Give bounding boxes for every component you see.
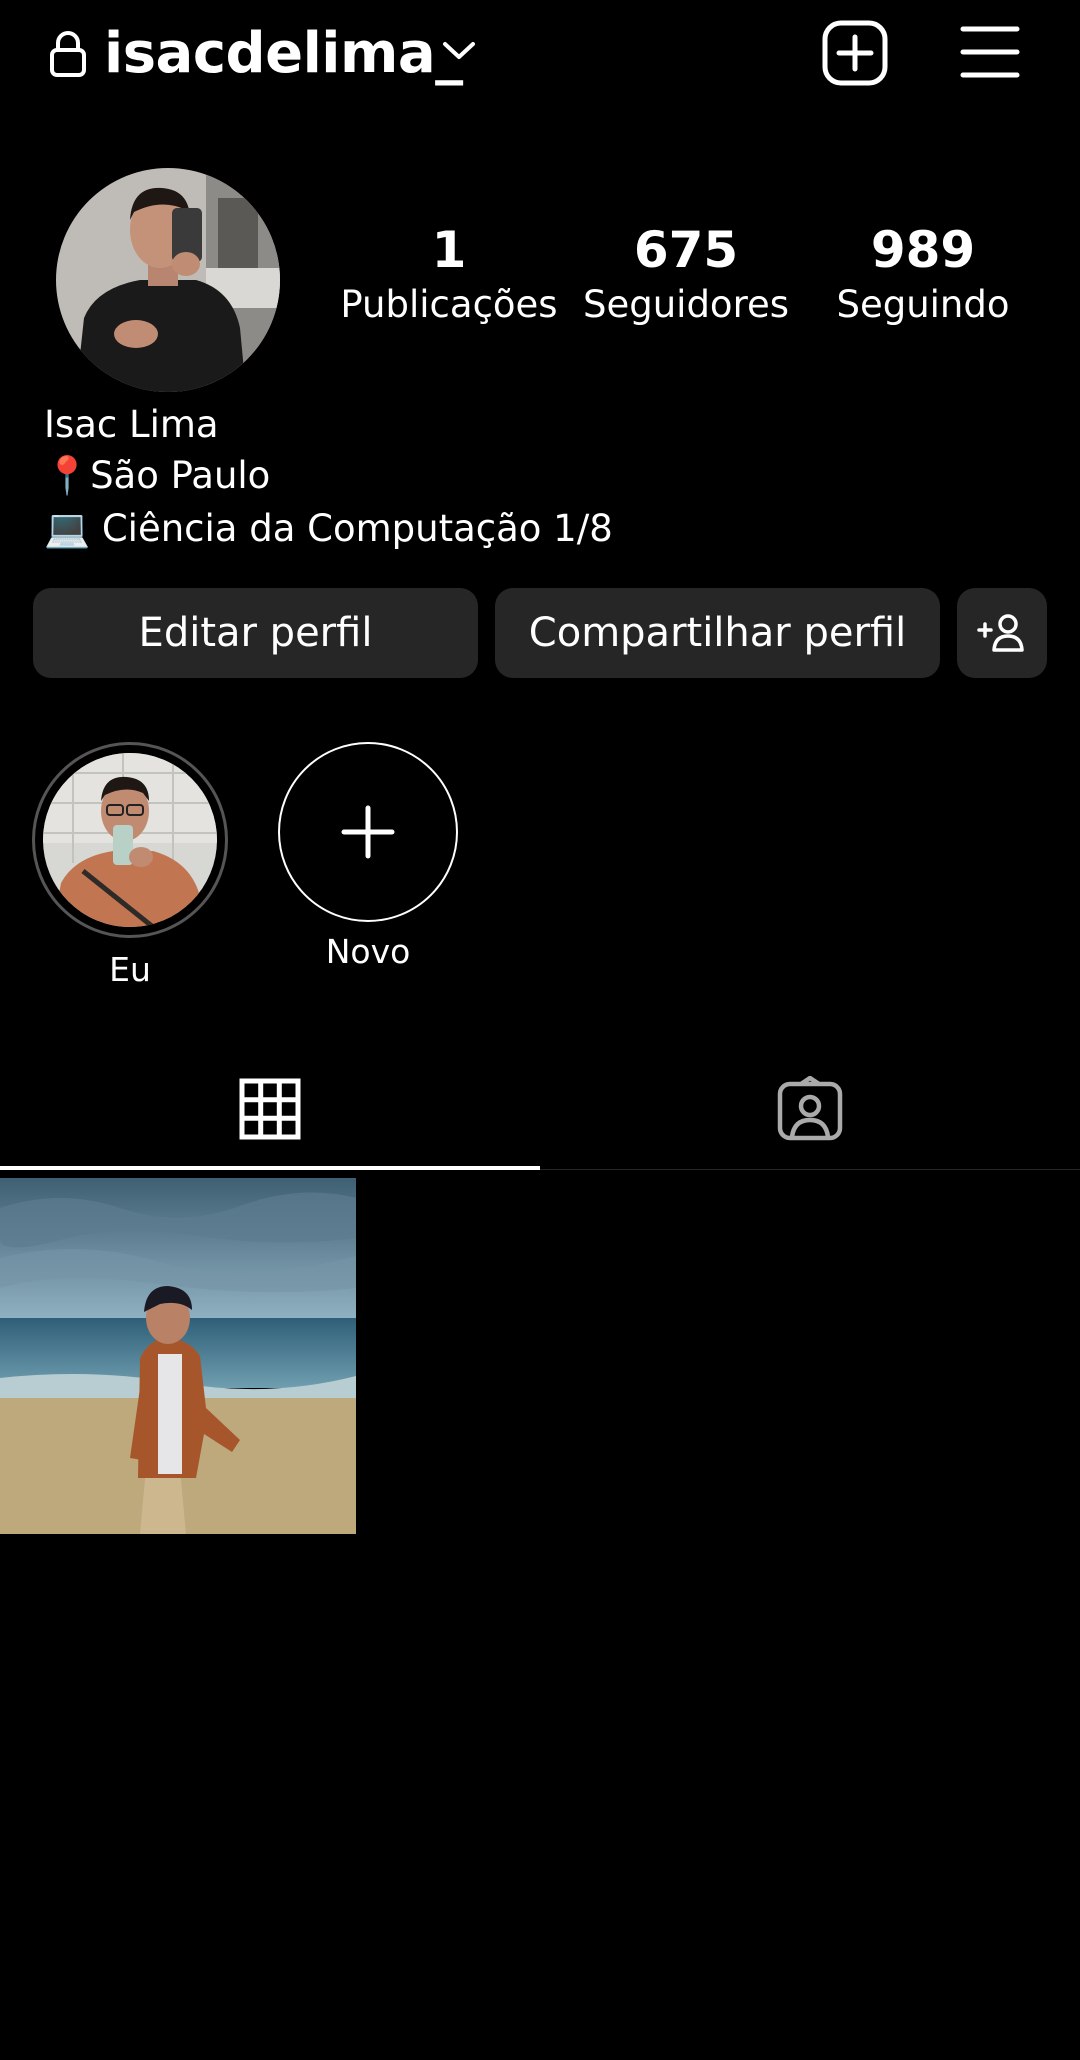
active-tab-indicator <box>0 1166 540 1170</box>
new-highlight-button[interactable] <box>278 742 458 922</box>
tagged-person-icon <box>777 1076 843 1141</box>
tab-posts-grid[interactable] <box>0 1050 540 1168</box>
stat-following[interactable]: 989 Seguindo <box>813 220 1033 330</box>
highlight-eu[interactable] <box>32 742 228 938</box>
hamburger-menu-icon[interactable] <box>960 24 1020 80</box>
tab-divider <box>540 1169 1080 1170</box>
grid-icon <box>239 1078 301 1140</box>
chevron-down-icon[interactable] <box>440 36 478 64</box>
new-highlight-label: Novo <box>325 932 411 971</box>
bio-course: 💻 Ciência da Computação 1/8 <box>44 507 613 550</box>
following-count: 989 <box>870 221 976 279</box>
posts-count: 1 <box>431 221 467 279</box>
add-person-icon <box>977 614 1024 652</box>
highlight-eu-label: Eu <box>109 950 151 989</box>
profile-name: Isac Lima <box>44 403 219 446</box>
profile-avatar[interactable] <box>56 168 280 392</box>
stat-followers[interactable]: 675 Seguidores <box>576 220 796 330</box>
highlight-eu-image <box>43 753 217 927</box>
stat-posts[interactable]: 1 Publicações <box>339 220 559 330</box>
discover-people-button[interactable] <box>957 588 1047 678</box>
lock-icon <box>50 31 86 77</box>
followers-label: Seguidores <box>582 283 790 326</box>
top-bar: isacdelima_ <box>0 0 1080 110</box>
profile-username[interactable]: isacdelima_ <box>104 14 463 94</box>
share-profile-button[interactable]: Compartilhar perfil <box>495 588 940 678</box>
edit-profile-button[interactable]: Editar perfil <box>33 588 478 678</box>
followers-count: 675 <box>633 221 739 279</box>
posts-label: Publicações <box>340 283 558 326</box>
post-thumbnail[interactable] <box>0 1178 356 1534</box>
plus-icon <box>341 805 395 859</box>
following-label: Seguindo <box>836 283 1010 326</box>
bio-location: 📍São Paulo <box>44 454 271 497</box>
tab-tagged[interactable] <box>540 1050 1080 1168</box>
plus-square-icon[interactable] <box>822 20 888 86</box>
